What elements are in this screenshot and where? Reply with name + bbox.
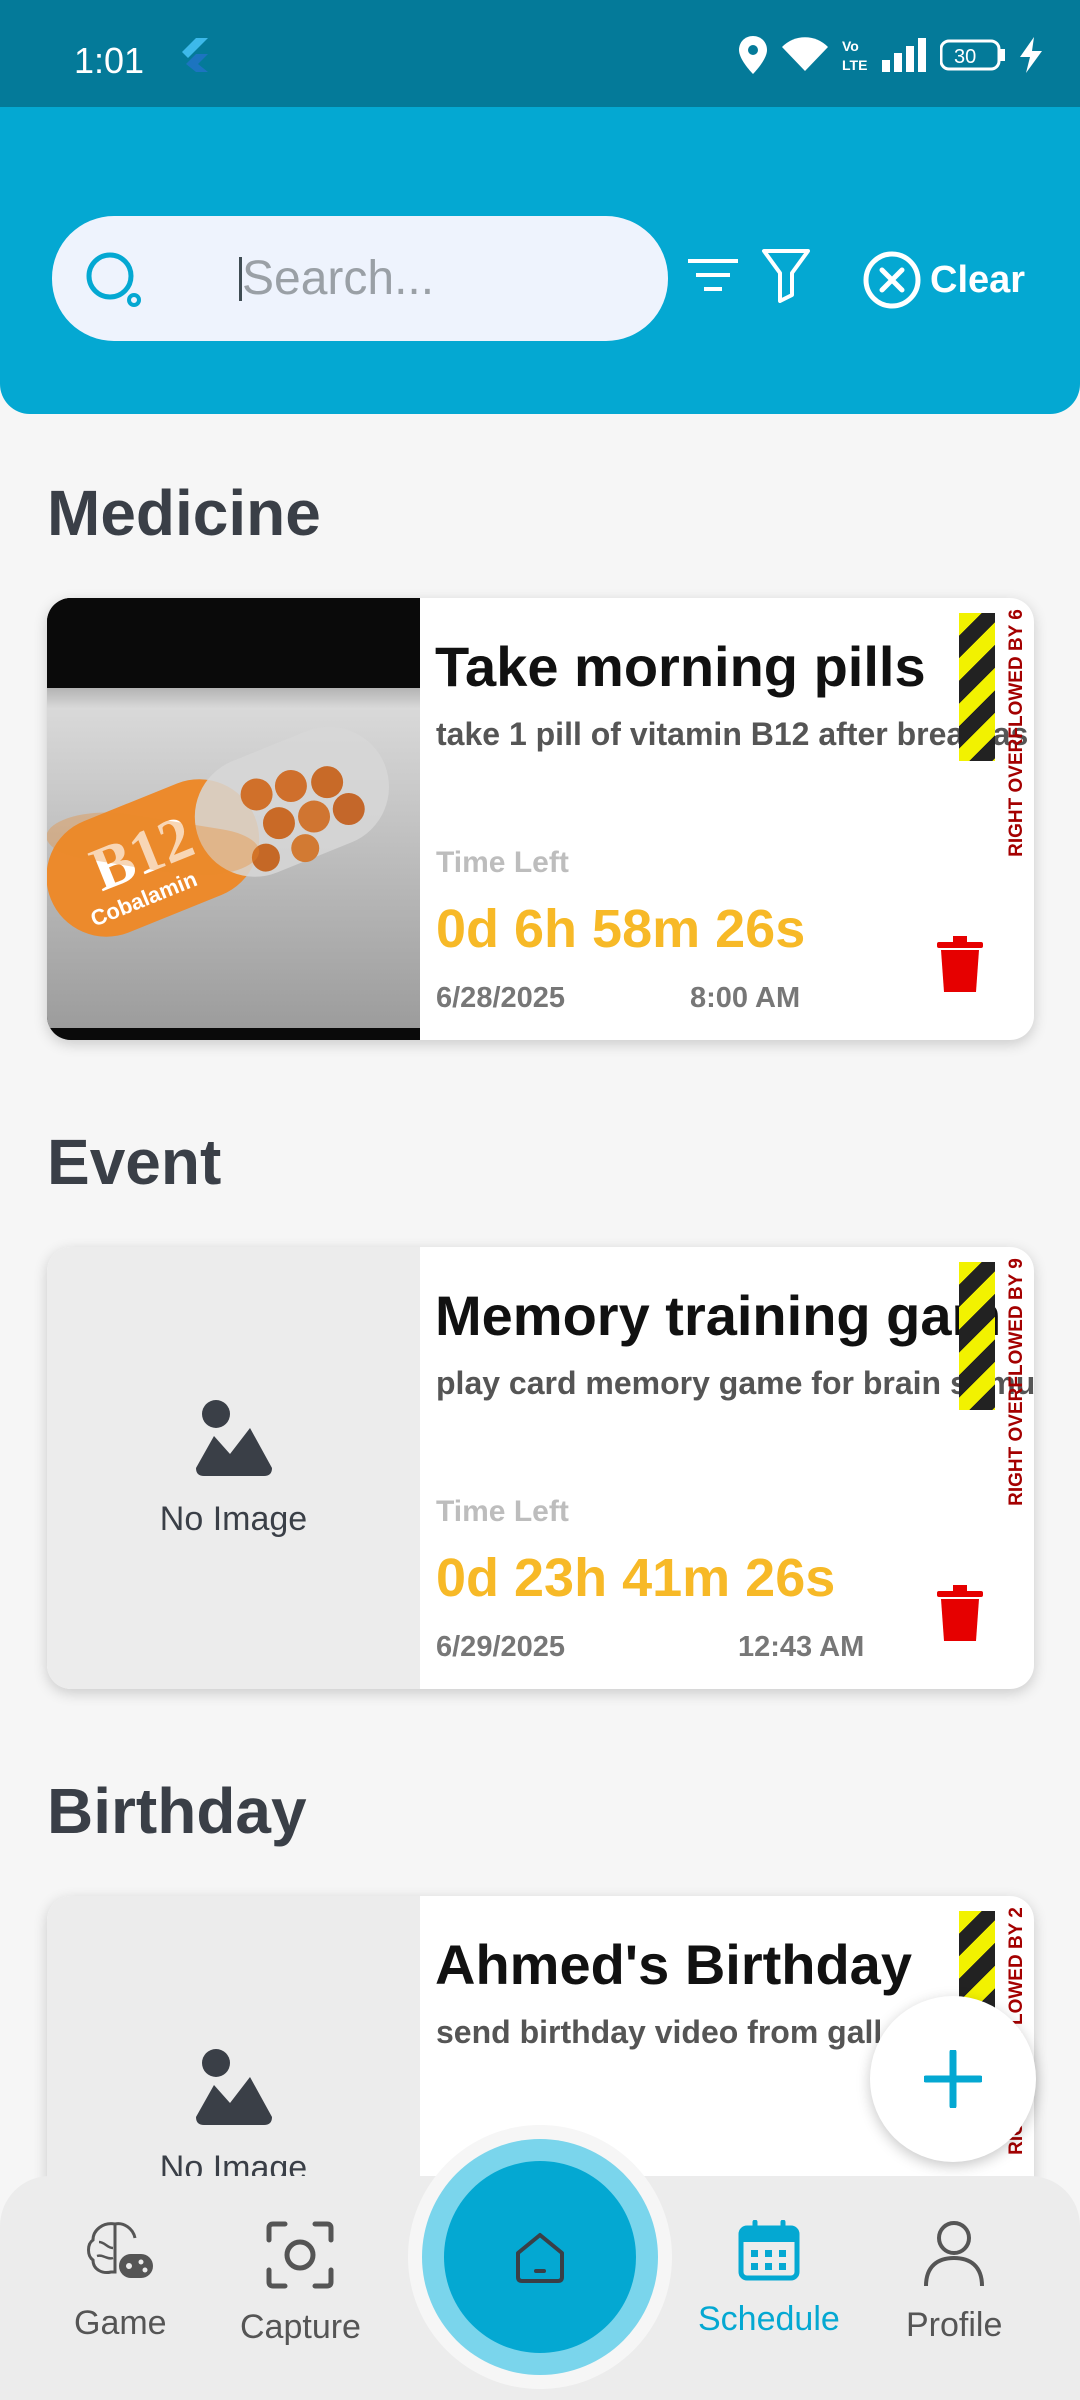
schedule-card[interactable]: No Image Memory training gam play card m… [47, 1247, 1034, 1689]
card-image: B12 Cobalamin [47, 598, 420, 1040]
battery-icon: 30 [940, 39, 1005, 71]
charging-icon [1020, 37, 1042, 73]
calendar-icon [738, 2220, 800, 2281]
search-icon [86, 252, 141, 307]
close-circle-icon [863, 251, 921, 309]
nav-label-game: Game [74, 2304, 167, 2342]
section-title-birthday: Birthday [47, 1775, 307, 1847]
svg-text:LTE: LTE [842, 57, 867, 73]
vitamin-capsule-image: B12 Cobalamin [47, 598, 420, 1040]
card-time: 12:43 AM [738, 1631, 865, 1663]
delete-icon[interactable] [937, 1585, 983, 1641]
search-input[interactable] [242, 246, 622, 310]
card-date: 6/29/2025 [436, 1631, 566, 1663]
nav-label-profile: Profile [906, 2306, 1003, 2344]
status-bar: 1:01 Vo LTE 30 [0, 0, 1080, 107]
status-icons: Vo LTE 30 [738, 36, 1042, 74]
no-image-label: No Image [159, 1499, 308, 1538]
header: Clear [0, 107, 1080, 414]
plus-icon [924, 2050, 982, 2108]
nav-label-schedule: Schedule [698, 2300, 840, 2338]
signal-icon [882, 38, 926, 72]
card-description: send birthday video from gall [436, 2014, 883, 2050]
svg-text:Vo: Vo [842, 38, 859, 54]
card-title: Memory training gam [435, 1284, 1002, 1347]
brain-gamepad-icon [87, 2222, 154, 2278]
card-time: 8:00 AM [690, 982, 801, 1014]
countdown: 0d 23h 41m 26s [436, 1548, 836, 1608]
person-icon [924, 2221, 985, 2287]
countdown: 0d 6h 58m 26s [436, 899, 806, 959]
section-title-event: Event [47, 1126, 222, 1198]
overflow-warning: RIGHT OVERFLOWED BY 6 [1006, 609, 1027, 857]
time-left-label: Time Left [436, 846, 569, 879]
camera-capture-icon [266, 2221, 334, 2289]
nav-item-profile[interactable]: Profile [906, 2220, 1002, 2345]
time-left-label: Time Left [436, 1495, 569, 1528]
card-description: take 1 pill of vitamin B12 after breakfa… [436, 716, 1029, 752]
search-bar[interactable] [52, 216, 668, 341]
wifi-icon [782, 37, 828, 71]
delete-icon[interactable] [937, 936, 983, 992]
overflow-warning: RIGHT OVERFLOWED BY 9 [1006, 1258, 1027, 1506]
svg-text:30: 30 [954, 46, 976, 68]
status-time: 1:01 [74, 40, 145, 81]
schedule-card[interactable]: B12 Cobalamin Take morning pills take 1 … [47, 598, 1034, 1040]
overflow-stripe [959, 613, 995, 761]
section-title-medicine: Medicine [47, 477, 321, 549]
clear-label: Clear [930, 258, 1026, 301]
funnel-icon[interactable] [760, 247, 812, 303]
home-icon [516, 2233, 564, 2283]
card-date: 6/28/2025 [436, 982, 566, 1014]
volte-icon: Vo LTE [842, 38, 867, 73]
location-icon [739, 36, 767, 74]
nav-label-capture: Capture [240, 2308, 361, 2346]
sort-filter-icon[interactable] [688, 257, 738, 293]
nav-item-schedule[interactable]: Schedule [698, 2220, 840, 2339]
add-button[interactable] [870, 1996, 1036, 2162]
card-title: Ahmed's Birthday [435, 1933, 912, 1996]
card-description: play card memory game for brain stimu [436, 1365, 1034, 1401]
overflow-stripe [959, 1262, 995, 1410]
nav-item-capture[interactable]: Capture [240, 2220, 361, 2347]
home-button[interactable] [422, 2139, 658, 2375]
card-image-placeholder: No Image [47, 1247, 420, 1689]
card-title: Take morning pills [435, 635, 926, 698]
clear-button[interactable]: Clear [862, 250, 1025, 310]
nav-item-game[interactable]: Game [74, 2220, 167, 2343]
image-placeholder-icon [195, 2048, 272, 2125]
flutter-icon [182, 38, 208, 72]
image-placeholder-icon [195, 1399, 272, 1476]
